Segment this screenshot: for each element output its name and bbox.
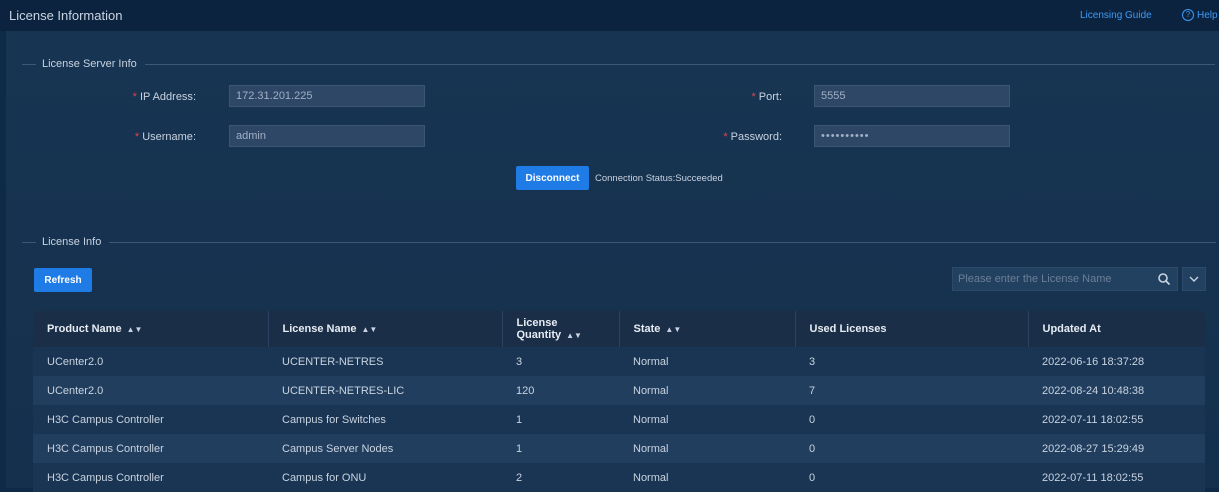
refresh-button[interactable]: Refresh [34,268,92,292]
section-divider [22,241,36,243]
sort-icon[interactable]: ▲▼ [361,325,377,334]
used-licenses-cell: 7 [809,384,816,397]
table-row[interactable]: UCenter2.0 UCENTER-NETRES 3 Normal 3 202… [33,347,1205,376]
search-icon[interactable] [1157,272,1171,286]
updated-at-cell: 2022-07-11 18:02:55 [1042,413,1144,426]
used-licenses-cell: 0 [809,442,816,455]
column-header-updated-at: Updated At [1042,323,1101,335]
license-quantity-cell: 1 [516,442,523,455]
required-marker: * [132,91,137,103]
chevron-down-icon [1189,276,1199,282]
port-input[interactable] [814,85,1010,107]
license-name-cell: UCENTER-NETRES-LIC [282,384,405,397]
column-header-state[interactable]: State ▲▼ [619,311,796,347]
help-link[interactable]: ? Help [1182,9,1218,21]
license-name-cell: UCENTER-NETRES [282,355,384,368]
product-name-cell: H3C Campus Controller [47,413,164,426]
column-header-license-quantity[interactable]: License Quantity ▲▼ [502,311,620,347]
product-name-cell: UCenter2.0 [47,355,104,368]
ip-address-input[interactable] [229,85,425,107]
port-label: * Port: [751,91,782,103]
sort-icon[interactable]: ▲▼ [665,325,681,334]
license-quantity-cell: 1 [516,413,523,426]
server-info-section-header: License Server Info [22,58,1215,70]
state-cell: Normal [633,442,669,455]
used-licenses-cell: 0 [809,413,816,426]
license-name-cell: Campus for Switches [282,413,386,426]
license-info-title: License Info [42,236,102,248]
table-row[interactable]: H3C Campus Controller Campus Server Node… [33,434,1205,463]
license-table: Product Name ▲▼ License Name ▲▼ License Qu… [33,311,1205,492]
table-row[interactable]: H3C Campus Controller Campus for Switche… [33,405,1205,434]
section-divider [22,63,36,65]
product-name-cell: H3C Campus Controller [47,442,164,455]
license-quantity-cell: 120 [516,384,535,397]
table-header-row: Product Name ▲▼ License Name ▲▼ License Qu… [33,311,1205,347]
password-label: * Password: [723,131,782,143]
column-header-license-name[interactable]: License Name ▲▼ [268,311,503,347]
connection-status: Connection Status:Succeeded [595,173,723,184]
table-row[interactable]: UCenter2.0 UCENTER-NETRES-LIC 120 Normal… [33,376,1205,405]
sort-icon[interactable]: ▲▼ [566,331,582,340]
column-header-product-name[interactable]: Product Name ▲▼ [33,311,269,347]
password-input[interactable] [814,125,1010,147]
username-input[interactable] [229,125,425,147]
ip-address-label: * IP Address: [132,91,196,103]
section-divider [109,241,1217,243]
updated-at-cell: 2022-08-24 10:48:38 [1042,384,1145,397]
page-title: License Information [9,8,123,23]
help-label: Help [1197,9,1218,21]
license-quantity-cell: 3 [516,355,523,368]
column-header-used-licenses: Used Licenses [795,311,1029,347]
state-cell: Normal [633,413,669,426]
help-icon: ? [1182,9,1194,21]
used-licenses-cell: 3 [809,355,816,368]
license-info-section-header: License Info [22,236,1217,248]
server-info-title: License Server Info [42,58,137,70]
advanced-search-toggle[interactable] [1182,267,1206,291]
top-bar: License Information Licensing Guide ? He… [0,0,1219,31]
section-divider [144,63,1215,65]
disconnect-button[interactable]: Disconnect [516,166,589,190]
sort-icon[interactable]: ▲▼ [127,325,143,334]
license-search-box [952,267,1178,291]
required-marker: * [751,91,756,103]
state-cell: Normal [633,355,669,368]
username-label: * Username: [134,131,196,143]
required-marker: * [723,131,728,143]
license-name-search-input[interactable] [953,268,1163,290]
required-marker: * [134,131,140,143]
product-name-cell: UCenter2.0 [47,384,104,397]
licensing-guide-link[interactable]: Licensing Guide [1080,10,1152,21]
license-name-cell: Campus Server Nodes [282,442,394,455]
updated-at-cell: 2022-06-16 18:37:28 [1042,355,1145,368]
updated-at-cell: 2022-08-27 15:29:49 [1042,442,1145,455]
state-cell: Normal [633,384,669,397]
